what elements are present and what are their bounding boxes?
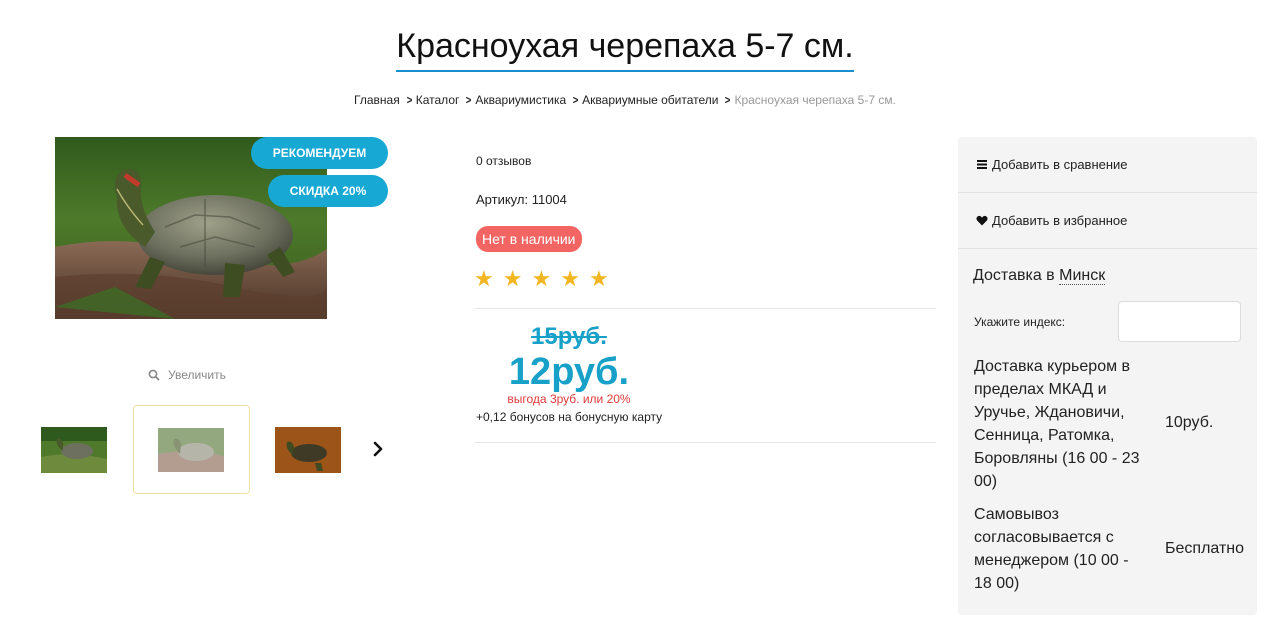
chevron-right-icon: > bbox=[466, 93, 472, 107]
add-to-favorites-label: Добавить в избранное bbox=[992, 213, 1128, 228]
divider bbox=[475, 308, 936, 309]
old-price: 15руб. bbox=[531, 323, 607, 350]
add-to-favorites-link[interactable]: Добавить в избранное bbox=[976, 213, 1127, 228]
delivery-option-courier-price: 10руб. bbox=[1165, 414, 1214, 431]
star-icon[interactable]: ★ bbox=[503, 266, 523, 292]
breadcrumb-catalog[interactable]: Каталог bbox=[416, 93, 460, 107]
breadcrumb-aquaristics[interactable]: Аквариумистика bbox=[475, 93, 566, 107]
zoom-label: Увеличить bbox=[168, 368, 226, 382]
page-title: Красноухая черепаха 5-7 см. bbox=[396, 26, 854, 72]
delivery-title: Доставка в Минск bbox=[973, 267, 1106, 285]
star-icon[interactable]: ★ bbox=[560, 266, 580, 292]
reviews-link[interactable]: 0 отзывов bbox=[476, 154, 531, 168]
delivery-panel: Добавить в сравнение Добавить в избранно… bbox=[958, 137, 1257, 615]
turtle-thumbnail bbox=[275, 427, 341, 473]
current-price: 12руб. bbox=[508, 351, 630, 393]
delivery-option-pickup-name: Самовывоз согласовывается с менеджером (… bbox=[974, 506, 1129, 592]
rating-stars[interactable]: ★ ★ ★ ★ ★ bbox=[474, 266, 609, 292]
article-label: Артикул: bbox=[476, 192, 529, 207]
star-icon[interactable]: ★ bbox=[474, 266, 494, 292]
index-label: Укажите индекс: bbox=[974, 315, 1066, 329]
article-value: 11004 bbox=[531, 192, 567, 207]
breadcrumb-aquarium-inhabitants[interactable]: Аквариумные обитатели bbox=[582, 93, 718, 107]
price-block: 15руб. 12руб. выгода 3руб. или 20% bbox=[476, 322, 662, 406]
delivery-city-link[interactable]: Минск bbox=[1059, 267, 1106, 285]
badge-discount: СКИДКА 20% bbox=[268, 175, 388, 207]
heart-icon bbox=[976, 215, 988, 226]
bonus-text: +0,12 бонусов на бонусную карту bbox=[476, 410, 663, 424]
delivery-option-pickup-price: Бесплатно bbox=[1165, 540, 1245, 557]
divider bbox=[958, 192, 1257, 193]
delivery-option-courier-name: Доставка курьером в пределах МКАД и Уруч… bbox=[974, 358, 1140, 490]
breadcrumb-home[interactable]: Главная bbox=[354, 93, 400, 107]
star-icon[interactable]: ★ bbox=[589, 266, 609, 292]
badge-recommend: РЕКОМЕНДУЕМ bbox=[251, 137, 388, 169]
chevron-right-icon bbox=[373, 441, 383, 457]
divider bbox=[475, 442, 936, 443]
turtle-thumbnail bbox=[158, 428, 224, 472]
thumbnail-1[interactable] bbox=[41, 427, 107, 473]
zoom-link[interactable]: Увеличить bbox=[148, 368, 226, 382]
chevron-right-icon: > bbox=[406, 93, 413, 107]
saving-text: выгода 3руб. или 20% bbox=[507, 392, 631, 406]
star-icon[interactable]: ★ bbox=[531, 266, 551, 292]
stock-status-badge: Нет в наличии bbox=[476, 226, 582, 252]
article-number: Артикул: 11004 bbox=[476, 192, 567, 207]
thumbnails-next-button[interactable] bbox=[370, 440, 386, 458]
chevron-right-icon: > bbox=[725, 93, 731, 107]
breadcrumb-current: Красноухая черепаха 5-7 см. bbox=[734, 93, 896, 107]
turtle-thumbnail bbox=[41, 427, 107, 473]
thumbnail-3[interactable] bbox=[275, 427, 341, 473]
list-icon bbox=[977, 160, 987, 169]
thumbnail-2[interactable] bbox=[158, 428, 224, 472]
add-to-compare-label: Добавить в сравнение bbox=[992, 157, 1128, 172]
title-wrap: Красноухая черепаха 5-7 см. bbox=[0, 26, 1250, 72]
delivery-prefix: Доставка в bbox=[973, 267, 1055, 284]
chevron-right-icon: > bbox=[572, 93, 579, 107]
add-to-compare-link[interactable]: Добавить в сравнение bbox=[976, 157, 1128, 172]
breadcrumb: Главная > Каталог > Аквариумистика > Аквариумн… bbox=[0, 93, 1250, 107]
divider bbox=[958, 248, 1257, 249]
postal-index-input[interactable] bbox=[1118, 301, 1241, 342]
search-icon bbox=[148, 369, 160, 381]
